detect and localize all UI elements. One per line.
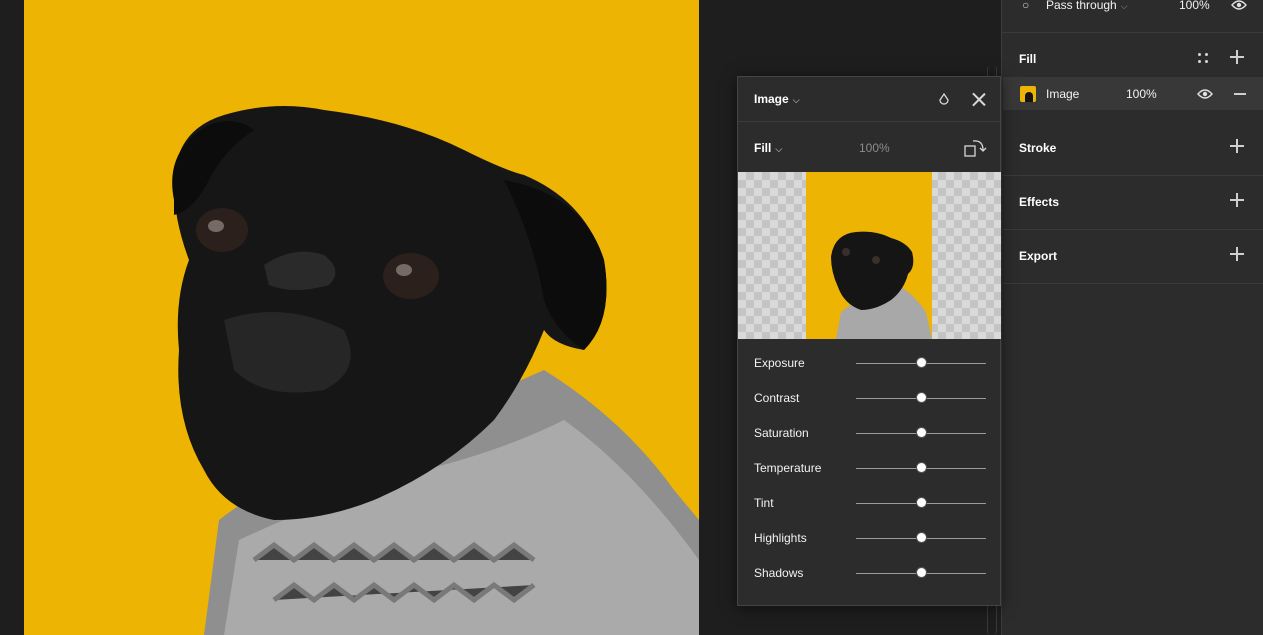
stroke-section: Stroke (1002, 121, 1263, 176)
add-effect-button[interactable] (1230, 193, 1244, 207)
blend-drop-icon: ○ (1022, 0, 1030, 12)
rotate-icon[interactable] (963, 137, 987, 159)
fill-mode-opacity: 100% (859, 141, 890, 155)
fill-section-title: Fill (1019, 52, 1037, 66)
highlights-slider-knob[interactable] (916, 533, 926, 542)
fill-opacity-field[interactable]: 100% (1126, 87, 1157, 101)
add-fill-button[interactable] (1230, 50, 1244, 64)
close-icon[interactable] (971, 91, 987, 107)
adjustment-label: Exposure (754, 356, 805, 370)
adjustment-label: Temperature (754, 461, 822, 475)
layer-opacity-field[interactable]: 100% (1179, 0, 1210, 12)
effects-section-title: Effects (1019, 195, 1060, 209)
add-export-button[interactable] (1230, 247, 1244, 261)
shadows-slider-knob[interactable] (916, 568, 926, 577)
adjustment-row-tint: Tint (738, 486, 1000, 521)
fill-mode-row: Fill ⌵ 100% (738, 122, 1000, 172)
saturation-slider-knob[interactable] (916, 428, 926, 437)
remove-fill-button[interactable] (1234, 93, 1246, 95)
dialog-header: Image ⌵ (738, 77, 1000, 122)
adjustment-row-exposure: Exposure (738, 346, 1000, 381)
add-stroke-button[interactable] (1230, 139, 1244, 153)
fill-item-row[interactable]: Image 100% (1003, 77, 1263, 110)
export-section-title: Export (1019, 249, 1058, 263)
temperature-slider-knob[interactable] (916, 463, 926, 472)
fill-mode-select[interactable]: Fill ⌵ (754, 141, 782, 155)
adjustment-row-shadows: Shadows (738, 556, 1000, 591)
dialog-type-select[interactable]: Image ⌵ (754, 92, 800, 106)
preview-pug-thumbnail (806, 172, 932, 339)
chevron-down-icon: ⌵ (792, 95, 800, 105)
layer-blend-row: ○ Pass through ⌵ 100% (1002, 0, 1263, 33)
blend-drop-icon[interactable] (937, 91, 951, 107)
export-section: Export (1002, 229, 1263, 284)
eye-icon[interactable] (1231, 0, 1247, 11)
chevron-down-icon: ⌵ (775, 144, 783, 154)
tint-slider-knob[interactable] (916, 498, 926, 507)
fill-type-label[interactable]: Image (1046, 87, 1079, 101)
adjustment-row-contrast: Contrast (738, 381, 1000, 416)
adjustment-label: Shadows (754, 566, 804, 580)
image-fill-dialog: Image ⌵ Fill ⌵ 100% Exposure Contrast Satura… (737, 76, 1001, 606)
contrast-slider-knob[interactable] (916, 393, 926, 402)
adjustment-row-saturation: Saturation (738, 416, 1000, 451)
eye-icon[interactable] (1197, 88, 1213, 100)
image-preview[interactable] (738, 172, 1001, 339)
effects-section: Effects (1002, 175, 1263, 230)
adjustment-label: Tint (754, 496, 774, 510)
blend-mode-select[interactable]: Pass through ⌵ (1046, 0, 1128, 12)
pug-image-frame[interactable] (24, 0, 699, 635)
adjustment-row-temperature: Temperature (738, 451, 1000, 486)
adjustment-label: Saturation (754, 426, 809, 440)
image-fill-swatch[interactable] (1020, 86, 1036, 102)
adjustment-row-highlights: Highlights (738, 521, 1000, 556)
pug-photo (24, 0, 699, 635)
adjustment-label: Contrast (754, 391, 800, 405)
exposure-slider-knob[interactable] (916, 358, 926, 367)
stroke-section-title: Stroke (1019, 141, 1057, 155)
pug-photo-thumbnail (806, 172, 932, 339)
properties-panel: ○ Pass through ⌵ 100% Fill Image 100% Str… (1001, 0, 1263, 635)
chevron-down-icon: ⌵ (1120, 1, 1128, 11)
adjustment-label: Highlights (754, 531, 807, 545)
style-grid-icon[interactable] (1198, 53, 1210, 65)
